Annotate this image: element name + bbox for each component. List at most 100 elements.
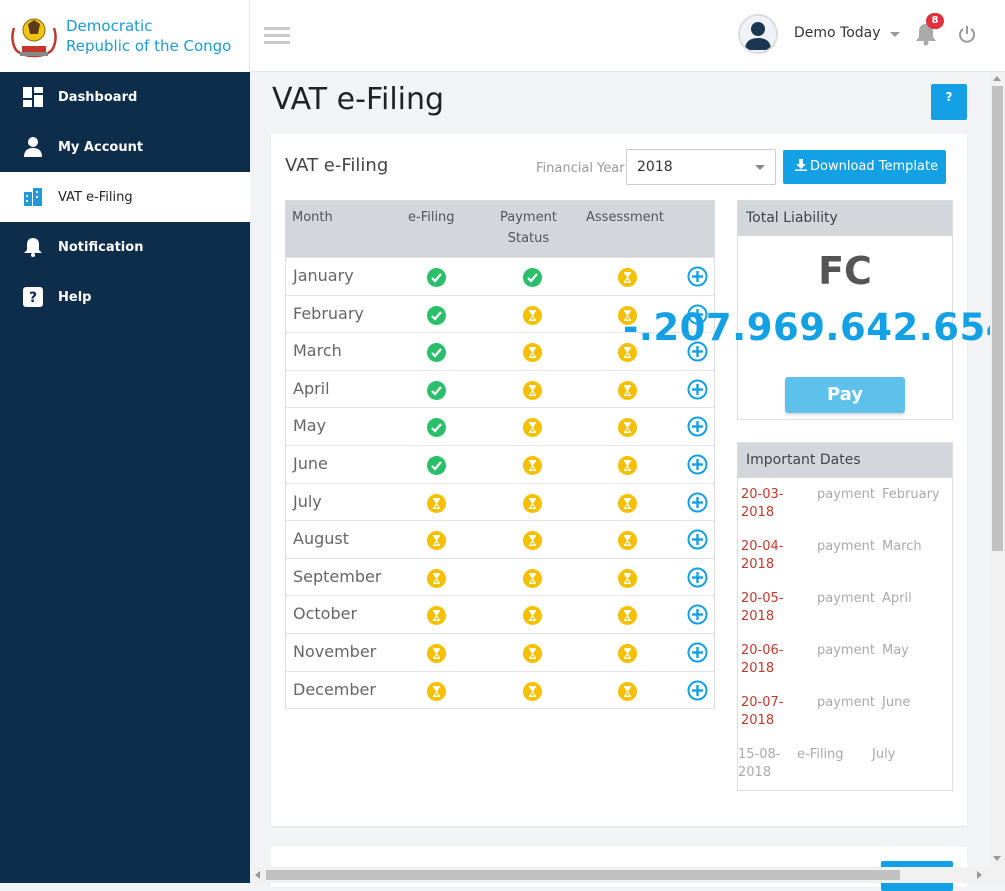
help-button[interactable]: ? — [931, 84, 967, 120]
date-value: 15-08- 2018 — [738, 747, 781, 780]
sidebar-item-dashboard[interactable]: Dashboard — [0, 72, 250, 122]
date-month: June — [882, 695, 911, 710]
date-month: February — [882, 487, 940, 502]
date-type: payment — [817, 591, 875, 606]
date-type: e-Filing — [797, 747, 844, 762]
liability-amount: -.207.969.642.654. — [623, 306, 1005, 349]
col-header-payment-line1: Payment — [500, 210, 557, 225]
add-filing-plus-icon[interactable] — [687, 416, 708, 437]
scroll-down-arrow-icon[interactable] — [993, 856, 1001, 861]
add-filing-plus-icon[interactable] — [687, 266, 708, 287]
month-label: January — [293, 266, 354, 285]
sidebar-item-label: My Account — [58, 139, 144, 155]
table-row: May — [286, 407, 714, 445]
add-filing-plus-icon[interactable] — [687, 680, 708, 701]
col-header-payment-status: Payment Status — [500, 207, 557, 249]
col-header-month: Month — [292, 210, 333, 225]
month-label: June — [293, 453, 328, 473]
date-value: 20-03- 2018 — [741, 487, 784, 520]
card-title: VAT e-Filing — [285, 155, 389, 176]
hourglass-icon — [523, 681, 542, 701]
sidebar-item-label: Dashboard — [58, 89, 138, 105]
check-circle-icon — [427, 343, 446, 363]
add-filing-plus-icon[interactable] — [687, 604, 708, 625]
hourglass-icon — [618, 380, 637, 400]
date-type: payment — [817, 539, 875, 554]
chevron-down-icon[interactable] — [890, 32, 900, 37]
avatar[interactable] — [738, 14, 778, 54]
hourglass-icon — [618, 268, 637, 287]
liability-currency: FC — [818, 249, 872, 293]
vertical-scrollbar-thumb[interactable] — [992, 86, 1003, 551]
notification-count-badge: 8 — [926, 13, 944, 29]
vertical-scrollbar[interactable] — [990, 72, 1005, 867]
month-label: November — [293, 641, 377, 661]
add-filing-plus-icon[interactable] — [687, 492, 708, 513]
hourglass-icon — [427, 606, 446, 626]
add-filing-plus-icon[interactable] — [687, 567, 708, 588]
help-icon: ? — [22, 286, 44, 308]
sidebar-item-help[interactable]: ? Help — [0, 272, 250, 322]
table-row: July — [286, 482, 714, 521]
month-label: March — [293, 341, 342, 361]
date-value: 20-06- 2018 — [741, 643, 784, 676]
sidebar-item-vat-efiling[interactable]: VAT e-Filing — [0, 172, 250, 222]
important-dates-title: Important Dates — [738, 443, 952, 478]
date-value: 20-07- 2018 — [741, 695, 784, 728]
user-menu-name[interactable]: Demo Today — [794, 25, 881, 41]
hourglass-icon — [427, 681, 446, 701]
download-icon — [795, 159, 807, 171]
sidebar-item-label: Notification — [58, 239, 144, 255]
hourglass-icon — [523, 418, 542, 438]
scroll-right-arrow-icon[interactable] — [977, 871, 982, 879]
date-month: May — [882, 643, 909, 658]
hourglass-icon — [618, 606, 637, 626]
hourglass-icon — [523, 643, 542, 663]
add-filing-plus-icon[interactable] — [687, 379, 708, 400]
menu-toggle-icon[interactable] — [264, 27, 290, 45]
check-circle-icon — [427, 268, 446, 287]
date-month: March — [882, 539, 922, 554]
sidebar-item-notification[interactable]: Notification — [0, 222, 250, 272]
date-type: payment — [817, 643, 875, 658]
table-row: October — [286, 595, 714, 633]
month-label: December — [293, 679, 376, 699]
add-filing-plus-icon[interactable] — [687, 529, 708, 550]
add-filing-plus-icon[interactable] — [687, 454, 708, 475]
vat-filing-table: Month e-Filing Payment Status Assessment… — [285, 200, 715, 710]
bell-icon — [22, 236, 44, 258]
month-label: July — [293, 491, 322, 511]
download-template-button[interactable]: Download Template — [783, 150, 946, 184]
hourglass-icon — [427, 493, 446, 513]
month-label: September — [293, 566, 382, 586]
brand-line-2: Republic of the Congo — [66, 37, 232, 55]
check-circle-icon — [427, 455, 446, 475]
brand-line-1: Democratic — [66, 17, 153, 35]
financial-year-label: Financial Year — [536, 161, 625, 176]
add-filing-plus-icon[interactable] — [687, 642, 708, 663]
date-type: payment — [817, 695, 875, 710]
chevron-down-icon — [755, 165, 765, 170]
scroll-up-arrow-icon[interactable] — [993, 76, 1001, 81]
col-header-assessment: Assessment — [586, 210, 664, 225]
table-row: April — [286, 369, 714, 408]
vat-efiling-card: VAT e-Filing Financial Year 2018 Downloa… — [271, 134, 967, 826]
financial-year-select[interactable]: 2018 — [626, 149, 776, 185]
sidebar-item-my-account[interactable]: My Account — [0, 122, 250, 172]
date-value: 20-04- 2018 — [741, 539, 784, 572]
brand-header[interactable]: Democratic Republic of the Congo — [0, 0, 250, 72]
hourglass-icon — [618, 643, 637, 663]
table-row: December — [286, 670, 714, 709]
hourglass-icon — [523, 343, 542, 363]
horizontal-scrollbar-thumb[interactable] — [266, 870, 900, 880]
pay-button[interactable]: Pay — [785, 377, 905, 413]
scroll-left-arrow-icon[interactable] — [255, 871, 260, 879]
month-label: April — [293, 378, 330, 398]
horizontal-scrollbar[interactable] — [250, 867, 1005, 883]
date-value: 20-05- 2018 — [741, 591, 784, 624]
table-row: January — [286, 257, 714, 295]
table-row: June — [286, 444, 714, 483]
hourglass-icon — [523, 380, 542, 400]
date-type: payment — [817, 487, 875, 502]
power-icon[interactable] — [958, 25, 976, 43]
